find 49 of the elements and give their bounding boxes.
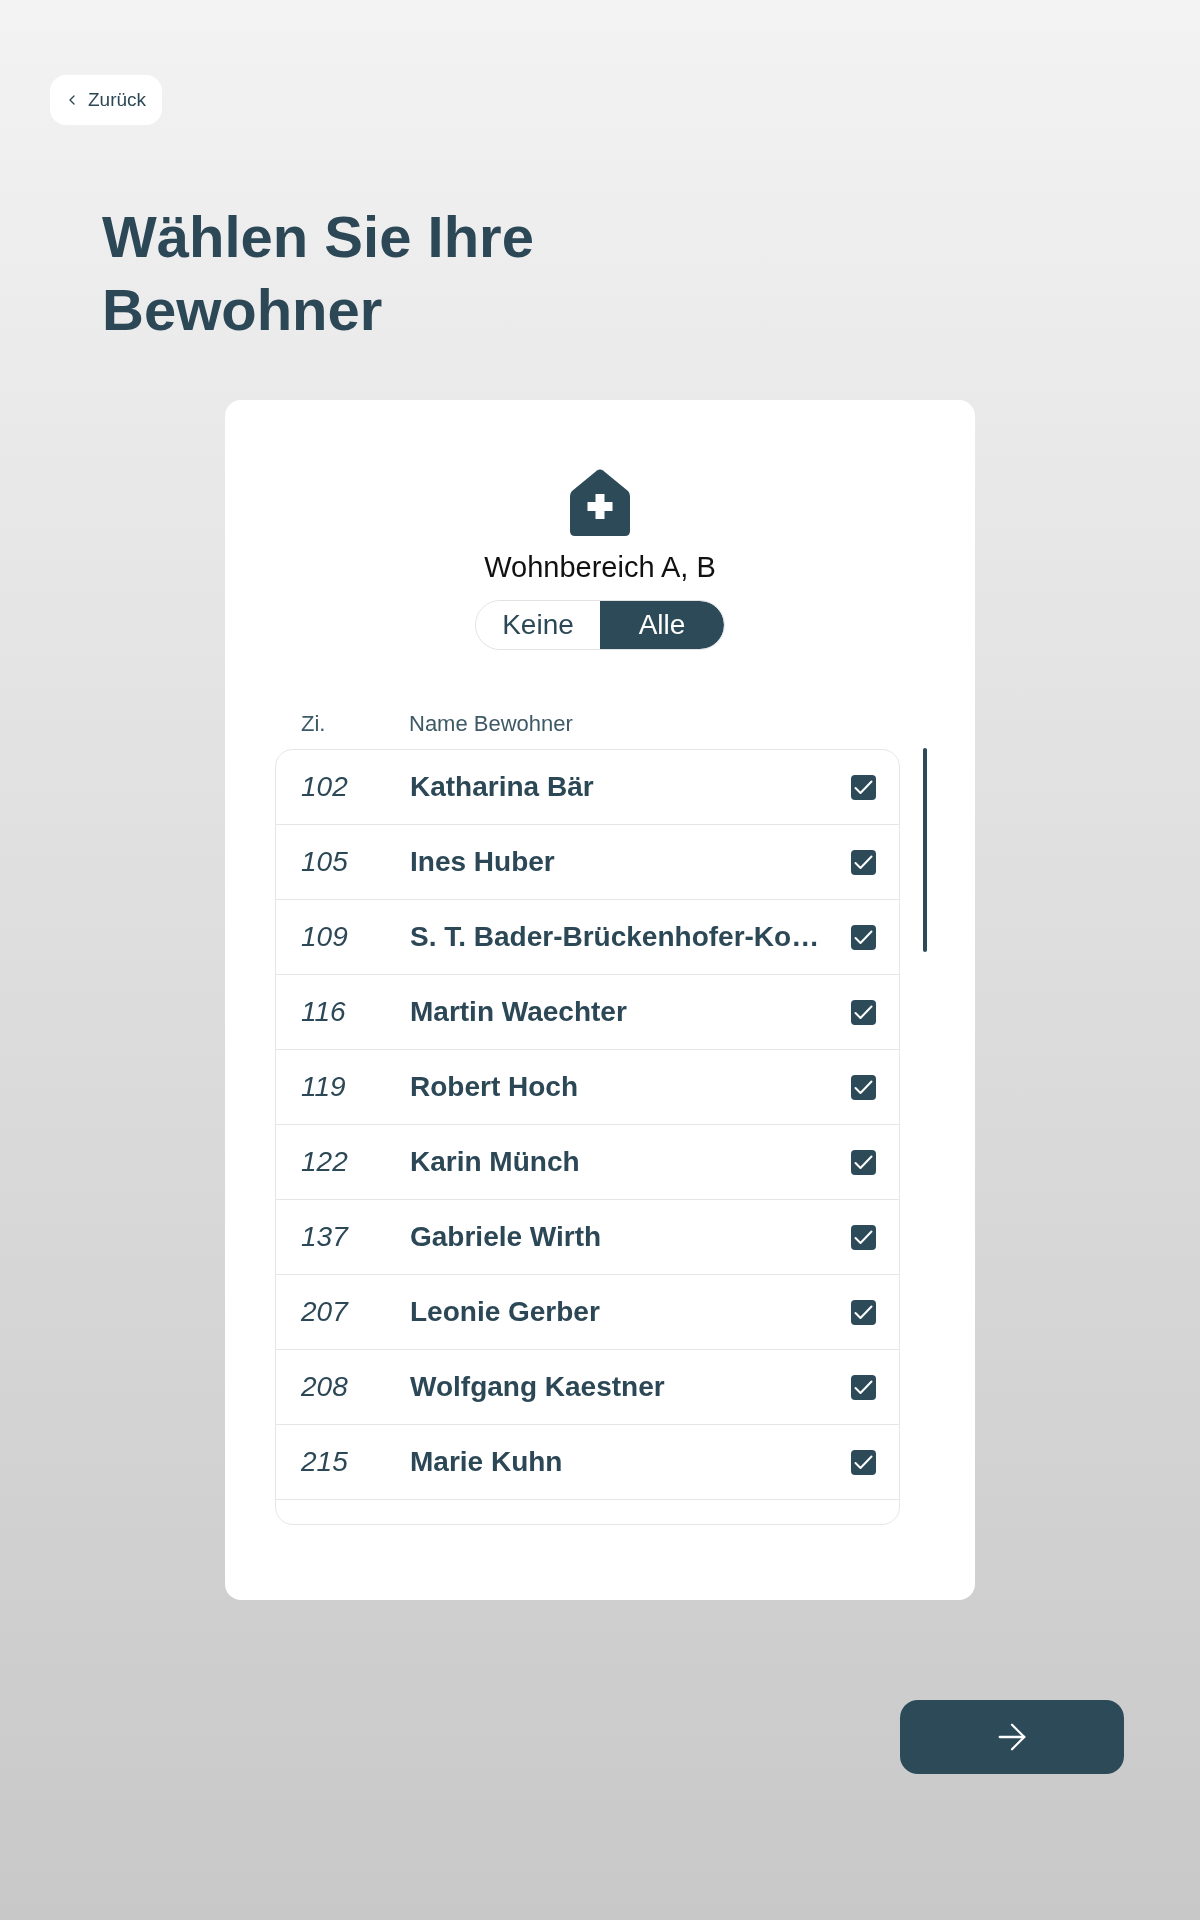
checkbox[interactable] xyxy=(851,1074,876,1100)
resident-name: Marie Kuhn xyxy=(410,1445,564,1479)
checkmark-icon xyxy=(854,1229,873,1245)
segment-button[interactable]: Alle xyxy=(600,601,724,649)
room-number: 116 xyxy=(301,995,347,1029)
resident-name: Wolfgang Kaestner xyxy=(410,1370,666,1404)
scrollbar-thumb[interactable] xyxy=(923,748,927,952)
resident-name: Karin Münch xyxy=(410,1145,581,1179)
checkmark-icon xyxy=(854,1454,873,1470)
column-header: Zi. xyxy=(301,710,327,738)
checkbox[interactable] xyxy=(851,924,876,950)
checkbox[interactable] xyxy=(851,774,876,800)
checkbox[interactable] xyxy=(851,849,876,875)
room-number: 122 xyxy=(301,1145,349,1179)
house-cross-icon xyxy=(570,469,630,536)
room-number: 207 xyxy=(301,1295,350,1329)
resident-name: S. T. Bader-Brückenhofer-Ko… xyxy=(410,920,821,954)
checkbox[interactable] xyxy=(851,1374,876,1400)
checkmark-icon xyxy=(854,1379,873,1395)
room-number: 102 xyxy=(301,770,349,804)
checkmark-icon xyxy=(854,1079,873,1095)
page-title: Wählen Sie Ihre Bewohner xyxy=(102,203,535,344)
resident-name: Katharina Bär xyxy=(410,770,595,804)
resident-name: Robert Hoch xyxy=(410,1070,579,1104)
area-label: Wohnbereich A, B xyxy=(484,550,716,585)
room-number: 208 xyxy=(301,1370,349,1404)
room-number: 105 xyxy=(301,845,349,879)
resident-name: Ines Huber xyxy=(410,845,556,879)
checkmark-icon xyxy=(854,854,873,870)
checkmark-icon xyxy=(854,1304,873,1320)
room-number: 215 xyxy=(301,1445,349,1479)
checkbox[interactable] xyxy=(851,999,876,1025)
checkmark-icon xyxy=(854,929,873,945)
back-button[interactable]: Zurück xyxy=(50,75,163,125)
next-button[interactable] xyxy=(900,1700,1124,1774)
resident-name: Gabriele Wirth xyxy=(410,1220,603,1254)
room-number: 109 xyxy=(301,920,349,954)
checkmark-icon xyxy=(854,779,873,795)
checkbox[interactable] xyxy=(851,1149,876,1175)
column-header: Name Bewohner xyxy=(409,710,573,738)
room-number: 137 xyxy=(301,1220,350,1254)
checkmark-icon xyxy=(854,1004,873,1020)
checkmark-icon xyxy=(854,1154,873,1170)
resident-name: Leonie Gerber xyxy=(410,1295,601,1329)
room-number: 119 xyxy=(301,1070,347,1104)
checkbox[interactable] xyxy=(851,1449,876,1475)
checkbox[interactable] xyxy=(851,1224,876,1250)
checkbox[interactable] xyxy=(851,1299,876,1325)
resident-name: Martin Waechter xyxy=(410,995,628,1029)
